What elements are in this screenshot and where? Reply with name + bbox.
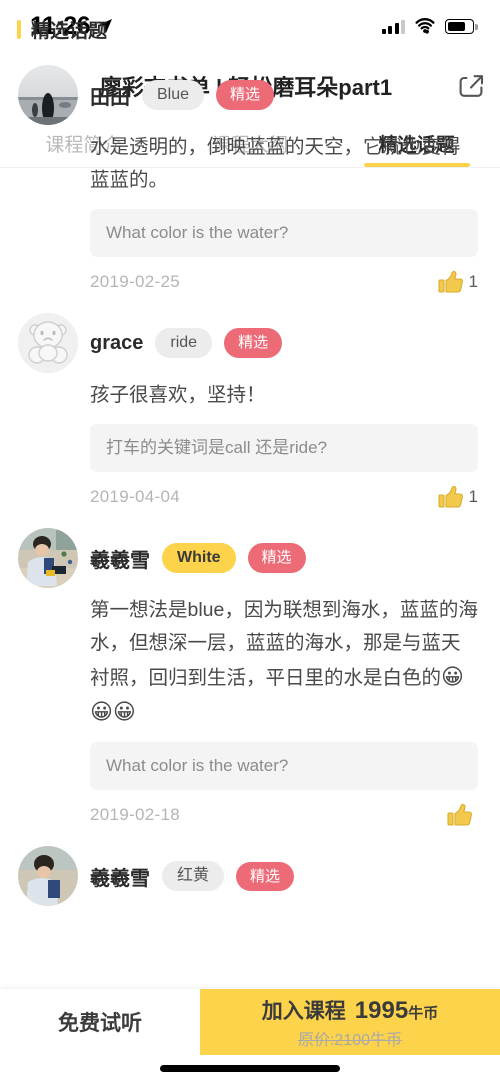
comment-item: 羲羲雪 White 精选 第一想法是blue，因为联想到海水，蓝蓝的海水，但想深…: [0, 520, 500, 838]
comment-text: 第一想法是blue，因为联想到海水，蓝蓝的海水，但想深一层，蓝蓝的海水，那是与蓝…: [90, 588, 478, 732]
like-control[interactable]: 1: [437, 484, 478, 510]
join-course-button[interactable]: 加入课程 1995牛币 原价:2100牛币: [200, 989, 500, 1055]
comment-body: 第一想法是blue，因为联想到海水，蓝蓝的海水，但想深一层，蓝蓝的海水，那是与蓝…: [90, 588, 478, 838]
comment-footer: 2019-02-18: [90, 790, 478, 838]
free-trial-button[interactable]: 免费试听: [0, 989, 200, 1055]
comment-header: 羲羲雪 White 精选: [18, 528, 478, 589]
comment-author: grace: [90, 331, 144, 354]
thumbs-up-icon: [447, 804, 473, 826]
bottom-action-bar: 免费试听 加入课程 1995牛币 原价:2100牛币: [0, 989, 500, 1082]
avatar-photo-child[interactable]: [18, 846, 78, 907]
avatar-cartoon-bear[interactable]: [18, 313, 78, 374]
featured-badge: 精选: [247, 543, 306, 573]
comment-body: 水是透明的，倒映蓝蓝的天空，它就也变得蓝蓝的。 What color is th…: [90, 125, 478, 305]
comment-question: What color is the water?: [90, 209, 478, 258]
comment-question: What color is the water?: [90, 742, 478, 791]
comment-tag: ride: [155, 328, 213, 359]
avatar-image: [18, 65, 78, 125]
featured-badge: 精选: [224, 328, 283, 358]
like-count: 1: [468, 487, 478, 507]
comment-body: 孩子很喜欢，坚持！ 打车的关键词是call 还是ride? 2019-04-04…: [90, 373, 478, 520]
join-course-price: 1995牛币: [354, 996, 439, 1024]
content-scroll-area[interactable]: 精选话题 田田 Blue 精选 水是透明的，倒映蓝蓝的天空，它就也变得蓝蓝的。 …: [0, 0, 500, 989]
join-course-main-row: 加入课程 1995牛币: [262, 995, 438, 1025]
comment-tag: White: [162, 543, 236, 574]
comment-author: 羲羲雪: [90, 549, 150, 572]
comment-header: grace ride 精选: [18, 313, 478, 374]
comment-footer: 2019-04-04 1: [90, 472, 478, 520]
avatar-image: [18, 313, 78, 374]
featured-badge: 精选: [216, 80, 275, 110]
featured-badge: 精选: [236, 861, 295, 892]
comment-text: 水是透明的，倒映蓝蓝的天空，它就也变得蓝蓝的。: [90, 136, 461, 191]
avatar-photo-landscape[interactable]: [18, 65, 78, 125]
section-header: 精选话题: [0, 0, 500, 57]
like-control[interactable]: [447, 802, 478, 828]
comment-author: 田田: [90, 86, 130, 109]
avatar-image: [18, 528, 78, 589]
comment-item: 田田 Blue 精选 水是透明的，倒映蓝蓝的天空，它就也变得蓝蓝的。 What …: [0, 57, 500, 305]
comment-list: 田田 Blue 精选 水是透明的，倒映蓝蓝的天空，它就也变得蓝蓝的。 What …: [0, 57, 500, 907]
comment-tag: 红黄: [162, 861, 225, 892]
comment-tag: Blue: [142, 80, 205, 110]
comment-item: 羲羲雪 红黄 精选: [0, 838, 500, 907]
comment-header: 田田 Blue 精选: [18, 65, 478, 125]
home-indicator: [160, 1065, 340, 1072]
comment-author: 羲羲雪: [90, 867, 150, 890]
original-price: 原价:2100牛币: [297, 1031, 403, 1049]
avatar-image: [18, 846, 78, 907]
app-screen: 11:26 廖彩杏书单 | 轻松磨耳朵part1: [0, 0, 500, 1082]
comment-footer: 2019-02-25 1: [90, 257, 478, 305]
section-title: 精选话题: [31, 21, 108, 42]
section-accent-bar: [17, 20, 21, 39]
join-course-label: 加入课程: [261, 999, 346, 1023]
comment-header: 羲羲雪 红黄 精选: [18, 846, 478, 907]
comment-item: grace ride 精选 孩子很喜欢，坚持！ 打车的关键词是call 还是ri…: [0, 305, 500, 520]
comment-date: 2019-02-25: [90, 272, 180, 292]
like-count: 1: [468, 272, 478, 292]
comment-text-main: 第一想法是blue，因为联想到海水，蓝蓝的海水，但想深一层，蓝蓝的海水，那是与蓝…: [90, 599, 478, 690]
comment-text: 孩子很喜欢，坚持！: [90, 384, 266, 407]
comment-date: 2019-02-18: [90, 805, 180, 825]
comment-question: 打车的关键词是call 还是ride?: [90, 424, 478, 473]
comment-date: 2019-04-04: [90, 487, 180, 507]
thumbs-up-icon: [437, 486, 463, 508]
thumbs-up-icon: [437, 271, 463, 293]
like-control[interactable]: 1: [437, 269, 478, 295]
avatar-photo-child[interactable]: [18, 528, 78, 589]
